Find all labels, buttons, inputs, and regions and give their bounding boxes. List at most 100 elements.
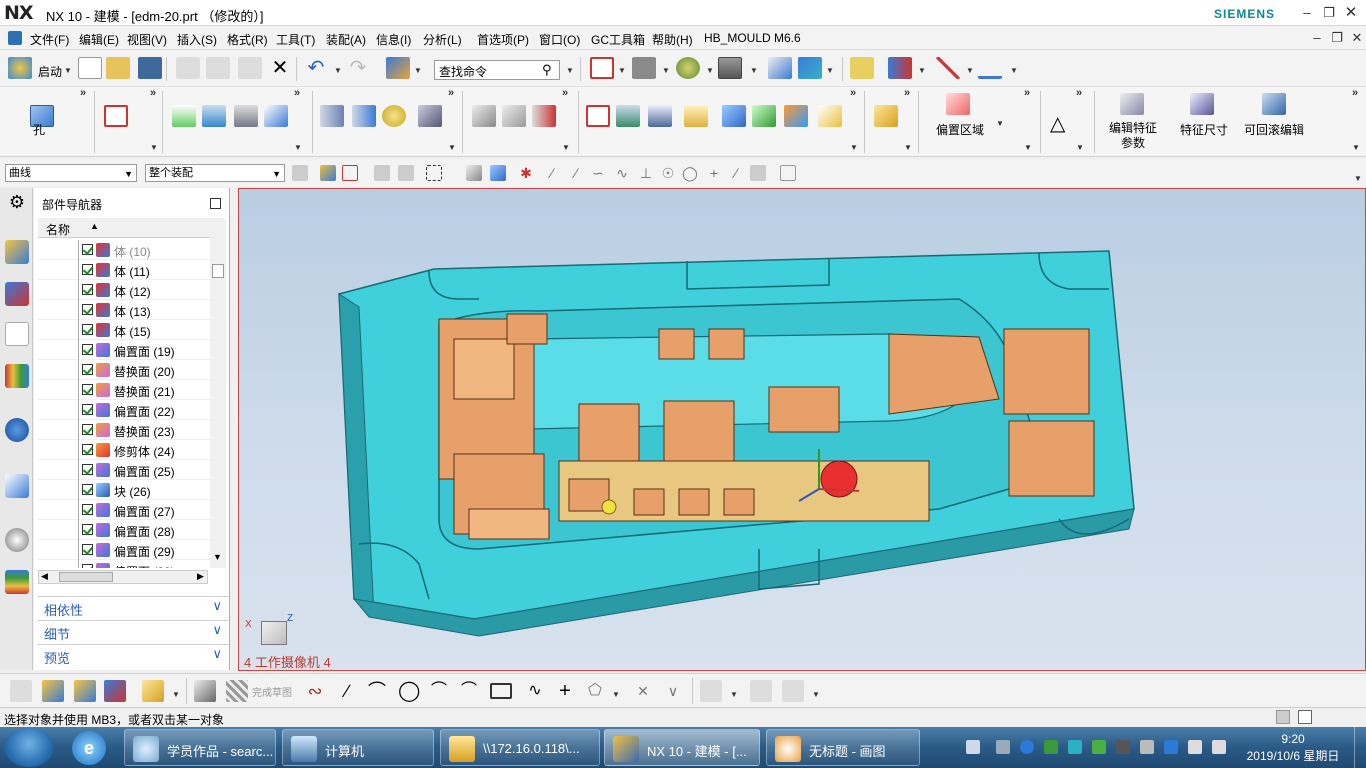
tree-row[interactable]: 体 (11): [38, 260, 210, 280]
rollback-edit-button[interactable]: 可回滚编辑: [1244, 121, 1304, 138]
tree-row[interactable]: 偏置面 (22): [38, 400, 210, 420]
pick-icon[interactable]: [398, 165, 414, 181]
scroll-left-icon[interactable]: ◀: [41, 571, 48, 582]
feature-dimension-icon[interactable]: [1190, 93, 1214, 115]
menu-assembly[interactable]: 装配(A): [326, 31, 366, 48]
rollback-edit-icon[interactable]: [1262, 93, 1286, 115]
select-settings-icon[interactable]: [292, 165, 308, 181]
maximize-panel-icon[interactable]: [210, 198, 221, 209]
triangle-icon[interactable]: △: [1050, 111, 1065, 136]
menu-preferences[interactable]: 首选项(P): [477, 31, 529, 48]
select-filter-icon[interactable]: [888, 57, 912, 79]
network-icon[interactable]: [1188, 740, 1202, 754]
menu-analysis[interactable]: 分析(L): [423, 31, 462, 48]
menu-information[interactable]: 信息(I): [376, 31, 411, 48]
doc-close-button[interactable]: ✕: [1346, 29, 1366, 47]
chamfer-icon[interactable]: ⌒: [458, 680, 480, 702]
tree-row[interactable]: 修剪体 (24): [38, 440, 210, 460]
menu-gc-toolbox[interactable]: GC工具箱: [591, 31, 645, 48]
assembly-constraint-icon[interactable]: [104, 680, 126, 702]
redo-icon[interactable]: ↷: [346, 57, 370, 79]
sketch-icon[interactable]: [194, 680, 216, 702]
palette-icon[interactable]: [5, 570, 29, 594]
offset-region-button[interactable]: 偏置区域: [936, 121, 984, 138]
select-body-icon[interactable]: [466, 165, 482, 181]
spring-icon[interactable]: [352, 105, 376, 127]
visibility-checkbox[interactable]: [82, 364, 93, 375]
hscroll-thumb[interactable]: [59, 572, 113, 582]
volume-icon[interactable]: [1212, 740, 1226, 754]
task-paint[interactable]: 无标题 - 画图: [766, 729, 920, 766]
select-region-icon[interactable]: [342, 165, 358, 181]
paste-icon[interactable]: [238, 57, 262, 79]
menu-insert[interactable]: 插入(S): [177, 31, 217, 48]
visibility-checkbox[interactable]: [82, 544, 93, 555]
undo-icon[interactable]: ↶: [304, 57, 328, 79]
new-file-icon[interactable]: [78, 57, 102, 79]
curve-icon[interactable]: [472, 105, 496, 127]
horizontal-scrollbar[interactable]: ◀ ▶: [38, 570, 208, 584]
constraint-icon[interactable]: [750, 680, 772, 702]
menu-tools[interactable]: 工具(T): [276, 31, 315, 48]
select-face-icon[interactable]: [490, 165, 506, 181]
quick-trim-icon[interactable]: ✕: [632, 680, 654, 702]
profile-icon[interactable]: ∾: [304, 680, 326, 702]
part-navigator-icon[interactable]: [5, 322, 29, 346]
tree-row[interactable]: 偏置面 (25): [38, 460, 210, 480]
tree-row[interactable]: 体 (12): [38, 280, 210, 300]
box-icon[interactable]: [874, 105, 898, 127]
tree-row[interactable]: 替换面 (20): [38, 360, 210, 380]
polyline-icon[interactable]: ∿: [524, 680, 546, 702]
doc-minimize-button[interactable]: –: [1306, 29, 1328, 47]
sketch-icon[interactable]: [104, 105, 128, 127]
assembly-navigator-icon[interactable]: [5, 240, 29, 264]
cut-icon[interactable]: [176, 57, 200, 79]
scroll-right-icon[interactable]: ▶: [197, 571, 204, 582]
render-style-icon[interactable]: [676, 57, 700, 79]
app-tray-icon[interactable]: [1116, 740, 1130, 754]
keyboard-icon[interactable]: [966, 740, 980, 754]
save-icon[interactable]: [138, 57, 162, 79]
section-preview[interactable]: 预览 ∨: [38, 644, 228, 666]
boxes-icon[interactable]: [142, 680, 164, 702]
visibility-checkbox[interactable]: [82, 424, 93, 435]
section-dependencies[interactable]: 相依性 ∨: [38, 596, 228, 618]
fit-view-icon[interactable]: [590, 57, 614, 79]
cylinder-icon[interactable]: [320, 105, 344, 127]
fillet-icon[interactable]: ⌒: [428, 680, 450, 702]
visibility-checkbox[interactable]: [82, 264, 93, 275]
visibility-checkbox[interactable]: [82, 404, 93, 415]
tree-row[interactable]: 替换面 (23): [38, 420, 210, 440]
nvidia-icon[interactable]: [1092, 740, 1106, 754]
visibility-checkbox[interactable]: [82, 324, 93, 335]
shield-check-icon[interactable]: [1044, 740, 1058, 754]
task-search[interactable]: 学员作品 - searc...: [124, 729, 276, 766]
start-button[interactable]: 启动: [38, 63, 62, 80]
web-browser-icon[interactable]: [5, 474, 29, 498]
tree-row[interactable]: 块 (26): [38, 480, 210, 500]
model-view[interactable]: [239, 189, 1365, 670]
constraint-navigator-icon[interactable]: [5, 282, 29, 306]
analysis-icon[interactable]: [850, 57, 874, 79]
system-clock[interactable]: 9:20 2019/10/6 星期日: [1238, 731, 1348, 765]
hd3d-icon[interactable]: [5, 418, 29, 442]
snap-icon[interactable]: [374, 165, 390, 181]
visibility-checkbox[interactable]: [82, 244, 93, 255]
snap-end-icon[interactable]: ✱: [518, 165, 534, 181]
task-computer[interactable]: 计算机: [282, 729, 434, 766]
move-component-icon[interactable]: [74, 680, 96, 702]
section-details[interactable]: 细节 ∨: [38, 620, 228, 642]
snap-quadrant-icon[interactable]: ◯: [682, 165, 698, 181]
usb-icon[interactable]: [996, 740, 1010, 754]
status-filter-icon[interactable]: [1276, 710, 1290, 724]
note-icon[interactable]: [684, 105, 708, 127]
snap-curve-icon[interactable]: ∽: [590, 165, 606, 181]
show-hide-icon[interactable]: [798, 57, 822, 79]
visibility-checkbox[interactable]: [82, 304, 93, 315]
open-folder-icon[interactable]: [106, 57, 130, 79]
search-icon[interactable]: ⚲: [542, 62, 552, 78]
menu-format[interactable]: 格式(R): [227, 31, 268, 48]
restore-button[interactable]: ❐: [1318, 4, 1340, 22]
command-finder-icon[interactable]: [386, 57, 410, 79]
visibility-checkbox[interactable]: [82, 504, 93, 515]
